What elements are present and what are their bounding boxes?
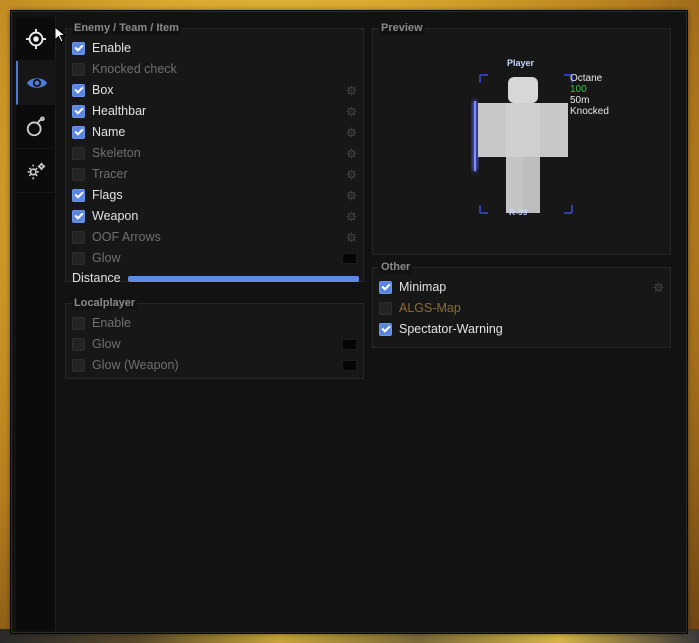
option-glow[interactable]: Glow (72, 250, 120, 266)
flags-checkbox[interactable] (72, 188, 85, 202)
option-weapon[interactable]: Weapon (72, 208, 138, 224)
gear-icon[interactable] (346, 127, 357, 138)
preview-flag-name: Octane (570, 73, 603, 84)
tracer-checkbox[interactable] (72, 167, 85, 181)
mouse-cursor-icon (54, 26, 66, 43)
option-minimap[interactable]: Minimap (379, 279, 446, 295)
preview-flag-status: Knocked (570, 106, 609, 117)
crosshair-icon (25, 28, 47, 49)
option-label: Name (92, 125, 126, 139)
gear-icon[interactable] (346, 190, 357, 201)
option-name[interactable]: Name (72, 124, 125, 140)
gear-icon[interactable] (346, 169, 357, 180)
option-label: Tracer (92, 167, 128, 181)
healthbar-checkbox[interactable] (72, 104, 85, 118)
grenade-icon (26, 115, 45, 136)
gear-icon[interactable] (346, 148, 357, 159)
enable-checkbox[interactable] (72, 316, 85, 330)
gear-icon[interactable] (346, 211, 357, 222)
option-label: Glow (92, 251, 121, 265)
spectator-warning-checkbox[interactable] (379, 322, 392, 336)
option-enable[interactable]: Enable (72, 315, 131, 331)
other-panel: Other Minimap ALGS-Map Spectator-Warning (372, 260, 671, 348)
option-label: Spectator-Warning (399, 322, 503, 336)
localplayer-panel: Localplayer Enable Glow Glow (Weapon) (65, 296, 364, 379)
gear-icon[interactable] (346, 232, 357, 243)
oof-arrows-checkbox[interactable] (72, 230, 85, 244)
option-label: Healthbar (92, 104, 147, 118)
option-knocked-check[interactable]: Knocked check (72, 61, 177, 77)
name-checkbox[interactable] (72, 125, 85, 139)
gear-icon[interactable] (346, 106, 357, 117)
enable-checkbox[interactable] (72, 41, 85, 55)
preview-flag-health: 100 (570, 84, 587, 95)
skeleton-checkbox[interactable] (72, 146, 85, 160)
distance-row: Distance (72, 270, 121, 286)
glow-checkbox[interactable] (72, 251, 85, 265)
color-swatch[interactable] (342, 253, 357, 264)
option-skeleton[interactable]: Skeleton (72, 145, 141, 161)
panel-title: Preview (379, 21, 425, 35)
option-label: Minimap (399, 280, 447, 294)
option-tracer[interactable]: Tracer (72, 166, 128, 182)
panel-title: Enemy / Team / Item (72, 21, 181, 35)
eye-icon (26, 77, 48, 88)
glow-checkbox[interactable] (72, 337, 85, 351)
sidebar (16, 17, 56, 631)
color-swatch[interactable] (342, 339, 357, 350)
option-glow-weapon[interactable]: Glow (Weapon) (72, 357, 179, 373)
preview-flag-distance: 50m (570, 95, 590, 106)
option-label: Knocked check (92, 62, 177, 76)
option-flags[interactable]: Flags (72, 187, 123, 203)
option-label: ALGS-Map (399, 301, 461, 315)
option-label: Enable (92, 316, 131, 330)
algs-map-checkbox[interactable] (379, 301, 392, 315)
distance-label: Distance (72, 271, 121, 285)
option-label: Weapon (92, 209, 139, 223)
preview-panel: Preview Player Octane 100 50m Knocked R-… (372, 21, 671, 255)
option-algs-map[interactable]: ALGS-Map (379, 300, 461, 316)
minimap-checkbox[interactable] (379, 280, 392, 294)
option-glow[interactable]: Glow (72, 336, 120, 352)
knocked-check-checkbox[interactable] (72, 62, 85, 76)
option-spectator-warning[interactable]: Spectator-Warning (379, 321, 503, 337)
option-label: Skeleton (92, 146, 141, 160)
tab-settings[interactable] (16, 149, 56, 193)
glow-weapon-checkbox[interactable] (72, 358, 85, 372)
option-label: Glow (Weapon) (92, 358, 179, 372)
option-label: Glow (92, 337, 121, 351)
box-checkbox[interactable] (72, 83, 85, 97)
tab-grenade[interactable] (16, 105, 56, 149)
player-model (473, 74, 573, 214)
panel-title: Localplayer (72, 296, 138, 310)
option-box[interactable]: Box (72, 82, 114, 98)
option-oof-arrows[interactable]: OOF Arrows (72, 229, 161, 245)
gear-icon[interactable] (653, 282, 664, 293)
tab-visuals[interactable] (16, 61, 56, 105)
option-label: OOF Arrows (92, 230, 161, 244)
color-swatch[interactable] (342, 360, 357, 371)
panel-title: Other (379, 260, 413, 274)
settings-icon (27, 162, 46, 179)
tab-aimbot[interactable] (16, 17, 56, 61)
menu-window: Enemy / Team / Item Enable Knocked check B… (11, 11, 687, 633)
preview-weapon-name: R-99 (509, 207, 528, 217)
option-label: Box (92, 83, 114, 97)
option-enable[interactable]: Enable (72, 40, 131, 56)
distance-slider[interactable] (128, 276, 359, 282)
option-label: Flags (92, 188, 123, 202)
weapon-checkbox[interactable] (72, 209, 85, 223)
preview-player-name: Player (507, 58, 535, 68)
option-label: Enable (92, 41, 131, 55)
gear-icon[interactable] (346, 85, 357, 96)
option-healthbar[interactable]: Healthbar (72, 103, 146, 119)
enemy-panel: Enemy / Team / Item Enable Knocked check B… (65, 21, 364, 285)
